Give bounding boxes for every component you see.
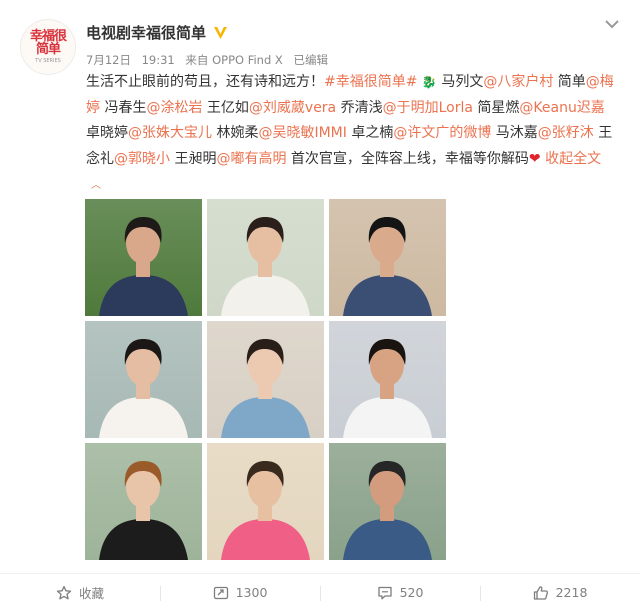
chevron-down-icon[interactable] [604, 18, 620, 30]
mention-link[interactable]: @刘威葳vera [249, 100, 336, 116]
post-text-fragment: 冯春生 [100, 99, 147, 116]
repost-button[interactable]: 1300 [160, 574, 320, 611]
mention-link[interactable]: @吴晓敏IMMI [258, 125, 346, 141]
mention-link[interactable]: @Keanu迟嘉 [519, 100, 604, 116]
author-name[interactable]: 电视剧幸福很简单 [86, 22, 206, 43]
mention-link[interactable]: @八家户村 [483, 74, 553, 90]
cast-photo-5[interactable] [207, 321, 324, 438]
post-text-fragment: 林婉柔 [212, 125, 259, 141]
verified-v-icon [212, 24, 229, 41]
cast-photo-2[interactable] [207, 199, 324, 316]
post-time[interactable]: 19:31 [142, 53, 175, 67]
post-text-fragment: 首次官宣，全阵容上线，幸福等你解码 [286, 150, 529, 167]
cast-photo-7[interactable] [85, 443, 202, 560]
favorite-button[interactable]: 收藏 [0, 574, 160, 611]
post-text-fragment: 王昶明 [170, 150, 217, 167]
mention-link[interactable]: @于明加Lorla [383, 100, 473, 116]
post-text-fragment: 马沐嘉 [491, 125, 538, 141]
avatar[interactable]: 幸福很简单 TV SERIES [20, 19, 76, 75]
mention-link[interactable]: @张姝大宝儿 [128, 125, 212, 141]
repost-icon [213, 586, 228, 599]
post-meta: 7月12日 19:31 来自 OPPO Find X 已编辑 [86, 52, 335, 68]
mention-link[interactable]: @郭晓小 [114, 151, 170, 167]
avatar-logo-text: 幸福很简单 [30, 29, 67, 57]
dragon-emoji-icon: 🐉 [421, 75, 437, 89]
star-icon [56, 585, 72, 599]
post-edited: 已编辑 [293, 53, 328, 67]
post-text-fragment: 生活不止眼前的苟且，还有诗和远方！ [86, 74, 324, 90]
cast-photo-3[interactable] [329, 199, 446, 316]
post-text-fragment: 简单 [553, 74, 586, 90]
cast-photo-1[interactable] [85, 199, 202, 316]
cast-photo-9[interactable] [329, 443, 446, 560]
thumbs-up-icon [533, 585, 548, 600]
collapse-text-link[interactable]: 收起全文 [545, 151, 601, 167]
post-text-fragment: 王亿如 [202, 99, 249, 116]
post-text-fragment: 简星燃 [472, 99, 520, 116]
repost-count: 1300 [235, 585, 268, 600]
photo-grid [85, 199, 447, 561]
like-button[interactable]: 2218 [480, 574, 640, 611]
action-bar: 收藏 1300 520 2218 [0, 574, 640, 611]
post-text-fragment: 马列文 [436, 74, 484, 90]
chevron-up-icon[interactable]: ︿ [91, 180, 101, 191]
mention-link[interactable]: @许文广的微博 [393, 125, 491, 141]
heart-emoji-icon: ❤ [528, 150, 541, 167]
cast-photo-8[interactable] [207, 443, 324, 560]
hashtag-link[interactable]: #幸福很简单# [324, 74, 417, 90]
mention-link[interactable]: @涂松岩 [146, 100, 202, 116]
post-text: 生活不止眼前的苟且，还有诗和远方！#幸福很简单# 🐉 马列文@八家户村 简单@梅… [86, 70, 616, 199]
avatar-logo-sub: TV SERIES [35, 58, 61, 64]
like-count: 2218 [555, 585, 588, 600]
comment-button[interactable]: 520 [320, 574, 480, 611]
post-date[interactable]: 7月12日 [86, 53, 131, 67]
post-text-fragment: 卓之楠 [346, 125, 394, 141]
cast-photo-6[interactable] [329, 321, 446, 438]
comment-count: 520 [399, 585, 424, 600]
post-source: 来自 OPPO Find X [185, 53, 283, 67]
mention-link[interactable]: @张籽沐 [538, 125, 594, 141]
post-text-fragment: 乔清浅 [336, 99, 383, 116]
author-header: 电视剧幸福很简单 [86, 22, 229, 43]
cast-photo-4[interactable] [85, 321, 202, 438]
mention-link[interactable]: @嘟有高明 [216, 151, 286, 167]
post-text-fragment: 卓晓婷 [86, 125, 128, 141]
favorite-label: 收藏 [78, 586, 104, 601]
comment-icon [377, 586, 392, 599]
